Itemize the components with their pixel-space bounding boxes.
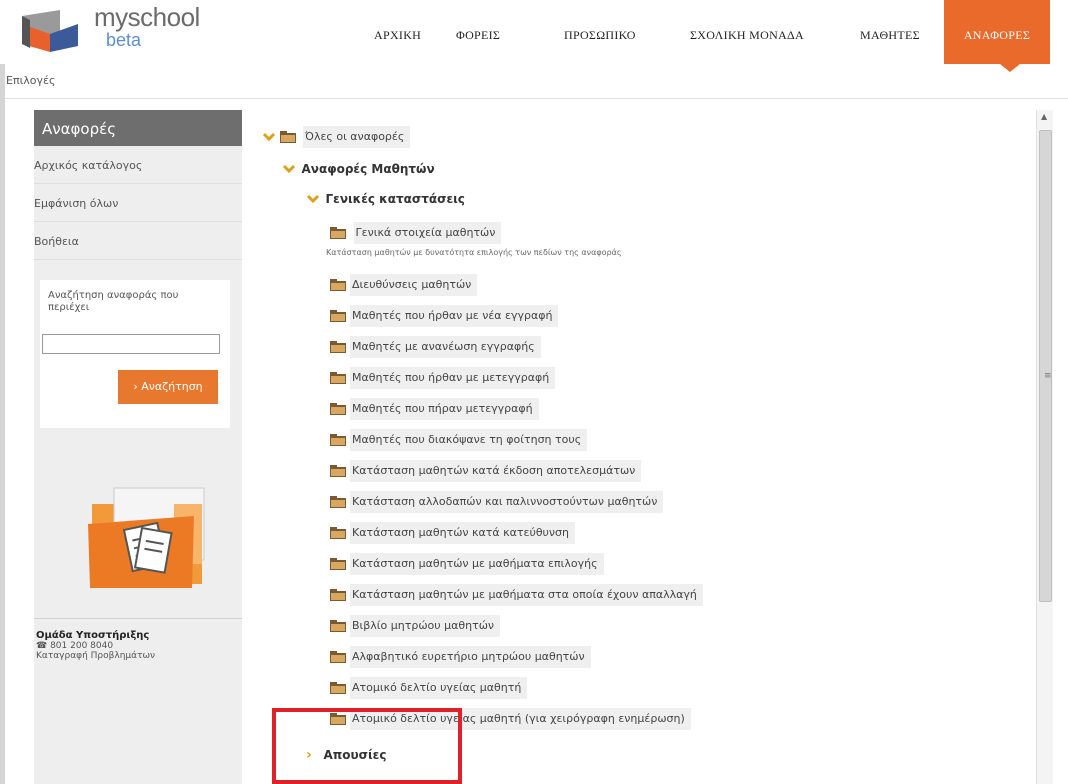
tree-node-label[interactable]: Μαθητές με ανανέωση εγγραφής	[350, 336, 541, 358]
tree-item[interactable]: Ατομικό δελτίο υγείας μαθητή	[330, 677, 528, 699]
support-phone-number: 801 200 8040	[50, 641, 114, 651]
tree-item[interactable]: Διευθύνσεις μαθητών	[330, 274, 478, 296]
folder-icon	[330, 558, 346, 570]
nav-reports[interactable]: ΑΝΑΦΟΡΕΣ	[944, 0, 1050, 64]
sidebar-item-show-all[interactable]: Εμφάνιση όλων	[34, 184, 242, 222]
scroll-up-arrow-icon[interactable]: ▲	[1041, 112, 1047, 121]
search-input[interactable]	[42, 334, 220, 354]
tree-node-label[interactable]: Αναφορές Μαθητών	[300, 158, 441, 180]
tree-item[interactable]: Κατάσταση μαθητών κατά κατεύθυνση	[330, 522, 576, 544]
search-label: Αναζήτηση αναφοράς που περιέχει	[48, 290, 179, 313]
tree-item[interactable]: Κατάσταση μαθητών με μαθήματα επιλογής	[330, 553, 604, 575]
search-panel: Αναζήτηση αναφοράς που περιέχει › Αναζήτ…	[40, 280, 230, 428]
tree-node-label[interactable]: Διευθύνσεις μαθητών	[350, 274, 478, 296]
search-button[interactable]: › Αναζήτηση	[118, 370, 218, 404]
folder-icon	[330, 620, 346, 632]
tree-node-label[interactable]: Όλες οι αναφορές	[303, 126, 411, 148]
nav-foreis[interactable]: ΦΟΡΕΙΣ	[456, 0, 500, 64]
folder-icon	[330, 496, 346, 508]
folder-icon	[330, 227, 346, 239]
tree-node-label[interactable]: Κατάσταση μαθητών κατά κατεύθυνση	[350, 522, 576, 544]
folder-documents-icon	[88, 487, 205, 588]
folder-icon	[330, 465, 346, 477]
tree-item[interactable]: Βιβλίο μητρώου μαθητών	[330, 615, 501, 637]
sidebar: Αναφορές Αρχικός κατάλογος Εμφάνιση όλων…	[34, 110, 242, 784]
tree-node-label[interactable]: Κατάσταση μαθητών με μαθήματα στα οποία …	[350, 584, 703, 606]
scroll-thumb[interactable]: ≡	[1039, 130, 1052, 602]
myschool-logo-mark	[22, 10, 78, 52]
chevron-down-icon[interactable]	[306, 188, 320, 210]
breadcrumb[interactable]: Επιλογές	[6, 74, 55, 87]
brand-name: myschool	[94, 2, 200, 32]
left-edge	[0, 64, 5, 784]
folder-icon	[330, 341, 346, 353]
support-title: Ομάδα Υποστήριξης	[36, 630, 150, 641]
scroll-grip-icon: ≡	[1044, 371, 1052, 381]
folder-icon	[330, 403, 346, 415]
tree-node-label[interactable]: Ατομικό δελτίο υγείας μαθητή	[350, 677, 528, 699]
highlight-box	[272, 708, 462, 784]
nav-school-unit[interactable]: ΣΧΟΛΙΚΗ ΜΟΝΑΔΑ	[690, 0, 804, 64]
tree-subgroup-general[interactable]: Γενικές καταστάσεις	[306, 188, 471, 210]
sidebar-item-label: Εμφάνιση όλων	[34, 197, 119, 210]
sidebar-item-label: Βοήθεια	[34, 235, 79, 248]
nav-students[interactable]: ΜΑΘΗΤΕΣ	[860, 0, 920, 64]
tree-node-label[interactable]: Μαθητές που ήρθαν με νέα εγγραφή	[350, 305, 559, 327]
tree-item[interactable]: Μαθητές που ήρθαν με νέα εγγραφή	[330, 305, 559, 327]
folder-icon	[330, 372, 346, 384]
tree-node-label[interactable]: Μαθητές που πήραν μετεγγραφή	[350, 398, 539, 420]
folder-icon	[330, 651, 346, 663]
tree-node-label[interactable]: Μαθητές που ήρθαν με μετεγγραφή	[350, 367, 556, 389]
nav-personnel[interactable]: ΠΡΟΣΩΠΙΚΟ	[564, 0, 636, 64]
nav-home[interactable]: ΑΡΧΙΚΗ	[374, 0, 421, 64]
tree-item[interactable]: Γενικά στοιχεία μαθητών	[330, 222, 502, 244]
breadcrumb-bar: Επιλογές	[0, 64, 1068, 99]
tree-item[interactable]: Αλφαβητικό ευρετήριο μητρώου μαθητών	[330, 646, 591, 668]
tree-item[interactable]: Μαθητές που ήρθαν με μετεγγραφή	[330, 367, 556, 389]
tree-node-label[interactable]: Αλφαβητικό ευρετήριο μητρώου μαθητών	[350, 646, 591, 668]
top-header: myschool beta ΑΡΧΙΚΗ ΦΟΡΕΙΣ ΠΡΟΣΩΠΙΚΟ ΣΧ…	[0, 0, 1068, 72]
folder-icon	[330, 310, 346, 322]
chevron-down-icon[interactable]	[282, 158, 296, 180]
tree-group-students[interactable]: Αναφορές Μαθητών	[282, 158, 441, 180]
folder-icon	[330, 527, 346, 539]
phone-icon: ☎	[36, 641, 51, 651]
sidebar-item-label: Αρχικός κατάλογος	[34, 159, 143, 172]
tree-item[interactable]: Μαθητές με ανανέωση εγγραφής	[330, 336, 541, 358]
tree-item[interactable]: Κατάσταση μαθητών κατά έκδοση αποτελεσμά…	[330, 460, 642, 482]
support-report-link[interactable]: Καταγραφή Προβλημάτων	[36, 651, 236, 661]
tree-node-label[interactable]: Κατάσταση μαθητών με μαθήματα επιλογής	[350, 553, 604, 575]
folder-icon	[330, 434, 346, 446]
tree-node-label[interactable]: Κατάσταση αλλοδαπών και παλιννοστούντων …	[350, 491, 664, 513]
folder-icon	[279, 131, 296, 143]
sidebar-title: Αναφορές	[34, 110, 242, 146]
tree-node-label[interactable]: Γενικές καταστάσεις	[324, 188, 471, 210]
tree-node-label[interactable]: Γενικά στοιχεία μαθητών	[353, 222, 502, 244]
tree-item-description: Κατάσταση μαθητών με δυνατότητα επιλογής…	[326, 248, 622, 257]
tree-item[interactable]: Κατάσταση αλλοδαπών και παλιννοστούντων …	[330, 491, 664, 513]
tree-item[interactable]: Κατάσταση μαθητών με μαθήματα στα οποία …	[330, 584, 703, 606]
folder-icon	[330, 682, 346, 694]
tree-item[interactable]: Μαθητές που διακόψανε τη φοίτηση τους	[330, 429, 588, 451]
tree-root[interactable]: Όλες οι αναφορές	[262, 126, 411, 148]
folder-icon	[330, 279, 346, 291]
tree-item[interactable]: Μαθητές που πήραν μετεγγραφή	[330, 398, 539, 420]
chevron-down-icon[interactable]	[262, 126, 276, 148]
folder-icon	[330, 589, 346, 601]
brand-beta: beta	[106, 30, 142, 50]
tree-node-label[interactable]: Βιβλίο μητρώου μαθητών	[350, 615, 501, 637]
myschool-logo[interactable]: myschool beta	[20, 2, 200, 56]
reports-tree: Όλες οι αναφορές Αναφορές Μαθητών Γενικέ…	[256, 110, 1036, 784]
vertical-scrollbar[interactable]: ▲ ≡	[1036, 110, 1053, 784]
divider	[34, 618, 242, 619]
sidebar-item-help[interactable]: Βοήθεια	[34, 222, 242, 260]
sidebar-item-catalog[interactable]: Αρχικός κατάλογος	[34, 146, 242, 184]
support-block: Ομάδα Υποστήριξης ☎ 801 200 8040 Καταγρα…	[36, 630, 236, 661]
support-phone: ☎ 801 200 8040	[36, 641, 236, 651]
tree-node-label[interactable]: Κατάσταση μαθητών κατά έκδοση αποτελεσμά…	[350, 460, 642, 482]
tree-node-label[interactable]: Μαθητές που διακόψανε τη φοίτηση τους	[350, 429, 588, 451]
